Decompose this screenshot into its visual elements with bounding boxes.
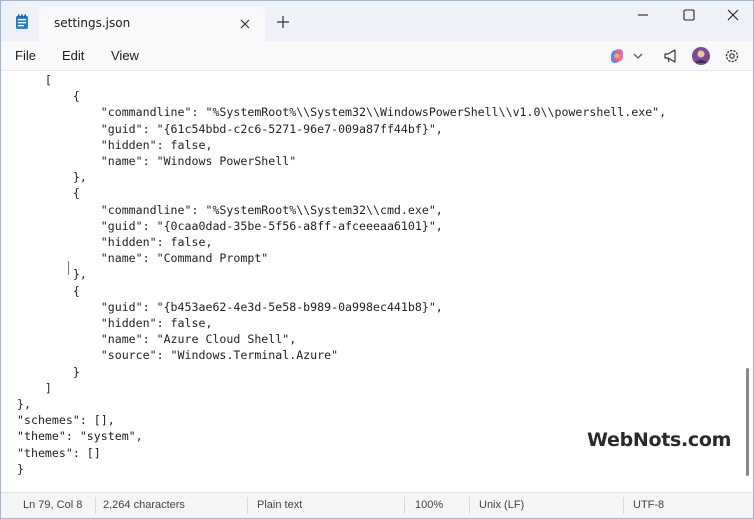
close-tab-icon[interactable] xyxy=(237,16,253,32)
status-format[interactable]: Plain text xyxy=(257,499,302,511)
editor-line[interactable]: "source": "Windows.Terminal.Azure" xyxy=(17,347,666,363)
status-divider xyxy=(95,497,96,514)
new-tab-button[interactable] xyxy=(275,14,291,30)
status-divider xyxy=(247,497,248,514)
copilot-icon[interactable] xyxy=(607,46,627,66)
editor-line[interactable]: }, xyxy=(17,169,666,185)
chevron-down-icon[interactable] xyxy=(628,46,648,66)
tab-settings-json[interactable]: settings.json xyxy=(39,7,265,41)
editor-line[interactable]: } xyxy=(17,461,666,477)
editor-line[interactable]: "schemes": [], xyxy=(17,412,666,428)
editor-line[interactable]: "guid": "{b453ae62-4e3d-5e58-b989-0a998e… xyxy=(17,299,666,315)
status-divider xyxy=(404,497,405,514)
menu-file[interactable]: File xyxy=(15,48,36,63)
title-bar: settings.json xyxy=(1,1,753,41)
megaphone-icon[interactable] xyxy=(661,46,681,66)
menu-edit[interactable]: Edit xyxy=(62,48,84,63)
notepad-app-icon xyxy=(15,14,29,30)
status-zoom[interactable]: 100% xyxy=(415,499,443,511)
watermark-logo: WebNots.com xyxy=(587,429,732,451)
maximize-button[interactable] xyxy=(667,5,711,25)
text-editor[interactable]: [ { "commandline": "%SystemRoot%\\System… xyxy=(1,72,747,490)
notepad-window: settings.json File Edit View [{"comman… xyxy=(0,0,754,519)
status-character-count: 2,264 characters xyxy=(103,499,185,511)
editor-content[interactable]: [ { "commandline": "%SystemRoot%\\System… xyxy=(17,72,666,477)
avatar[interactable] xyxy=(691,46,711,66)
editor-line[interactable]: [ xyxy=(17,72,666,88)
status-divider xyxy=(469,497,470,514)
editor-line[interactable]: { xyxy=(17,88,666,104)
editor-line[interactable]: "hidden": false, xyxy=(17,234,666,250)
status-bar: Ln 79, Col 8 2,264 characters Plain text… xyxy=(1,492,753,518)
editor-line[interactable]: "theme": "system", xyxy=(17,428,666,444)
menu-bar: File Edit View xyxy=(1,41,753,71)
editor-line[interactable]: "name": "Azure Cloud Shell", xyxy=(17,331,666,347)
editor-line[interactable]: { xyxy=(17,185,666,201)
editor-line[interactable]: "name": "Command Prompt" xyxy=(17,250,666,266)
editor-line[interactable]: "hidden": false, xyxy=(17,315,666,331)
status-cursor-position: Ln 79, Col 8 xyxy=(23,499,83,511)
editor-line[interactable]: { xyxy=(17,283,666,299)
editor-line[interactable]: ] xyxy=(17,380,666,396)
editor-line[interactable]: "hidden": false, xyxy=(17,137,666,153)
status-line-ending[interactable]: Unix (LF) xyxy=(479,499,524,511)
editor-line[interactable]: "guid": "{0caa0dad-35be-5f56-a8ff-afceee… xyxy=(17,218,666,234)
editor-line[interactable]: "name": "Windows PowerShell" xyxy=(17,153,666,169)
close-window-button[interactable] xyxy=(711,5,754,25)
status-divider xyxy=(623,497,624,514)
status-encoding[interactable]: UTF-8 xyxy=(633,499,664,511)
editor-line[interactable]: }, xyxy=(17,266,666,282)
vertical-scrollbar[interactable] xyxy=(746,368,749,476)
editor-line[interactable]: }, xyxy=(17,396,666,412)
editor-line[interactable]: "guid": "{61c54bbd-c2c6-5271-96e7-009a87… xyxy=(17,121,666,137)
editor-line[interactable]: "themes": [] xyxy=(17,445,666,461)
gear-icon[interactable] xyxy=(722,46,742,66)
editor-line[interactable]: "commandline": "%SystemRoot%\\System32\\… xyxy=(17,104,666,120)
tab-title: settings.json xyxy=(54,16,131,30)
minimize-button[interactable] xyxy=(621,5,665,25)
editor-line[interactable]: } xyxy=(17,364,666,380)
text-cursor xyxy=(68,261,69,275)
editor-line[interactable]: "commandline": "%SystemRoot%\\System32\\… xyxy=(17,202,666,218)
menu-view[interactable]: View xyxy=(111,48,139,63)
